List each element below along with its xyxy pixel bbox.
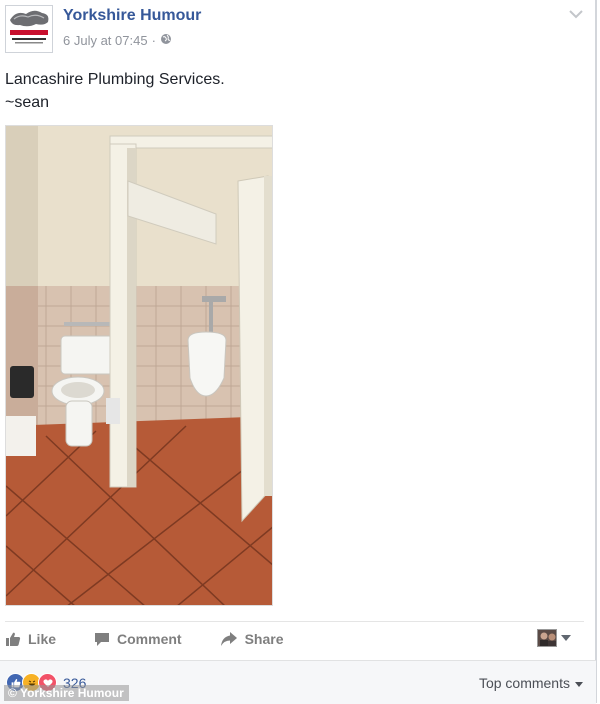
caret-down-icon [561,629,571,647]
share-arrow-icon [220,631,238,647]
post-as-selector[interactable] [537,629,571,647]
action-bar: Like Comment Share [5,626,585,652]
post-message-line: Lancashire Plumbing Services. [5,71,225,88]
post-card: Yorkshire Humour 6 July at 07:45 · Lanca… [0,0,597,704]
thumbs-up-icon [5,631,21,647]
post-options-chevron-icon[interactable] [567,6,585,22]
page-avatar[interactable] [5,5,53,53]
post-message: Lancashire Plumbing Services. ~sean [5,68,225,114]
meta-separator: · [151,33,156,48]
post-photo[interactable] [5,125,273,606]
caret-down-icon [575,675,583,691]
page-name-link[interactable]: Yorkshire Humour [63,7,201,25]
comment-button[interactable]: Comment [94,631,182,647]
like-button[interactable]: Like [5,631,56,647]
comment-icon [94,631,110,647]
like-label: Like [28,631,57,647]
post-timestamp[interactable]: 6 July at 07:45 [63,33,148,48]
top-comments-dropdown[interactable]: Top comments [479,675,583,691]
comment-label: Comment [117,631,182,647]
post-message-line: ~sean [5,94,50,111]
share-button[interactable]: Share [220,631,284,647]
post-meta: 6 July at 07:45 · [63,33,172,48]
viewer-avatar [537,629,557,647]
top-comments-label: Top comments [478,675,570,691]
share-label: Share [244,631,284,647]
action-divider [5,621,584,622]
watermark: © Yorkshire Humour [4,685,129,701]
globe-icon[interactable] [160,33,172,48]
